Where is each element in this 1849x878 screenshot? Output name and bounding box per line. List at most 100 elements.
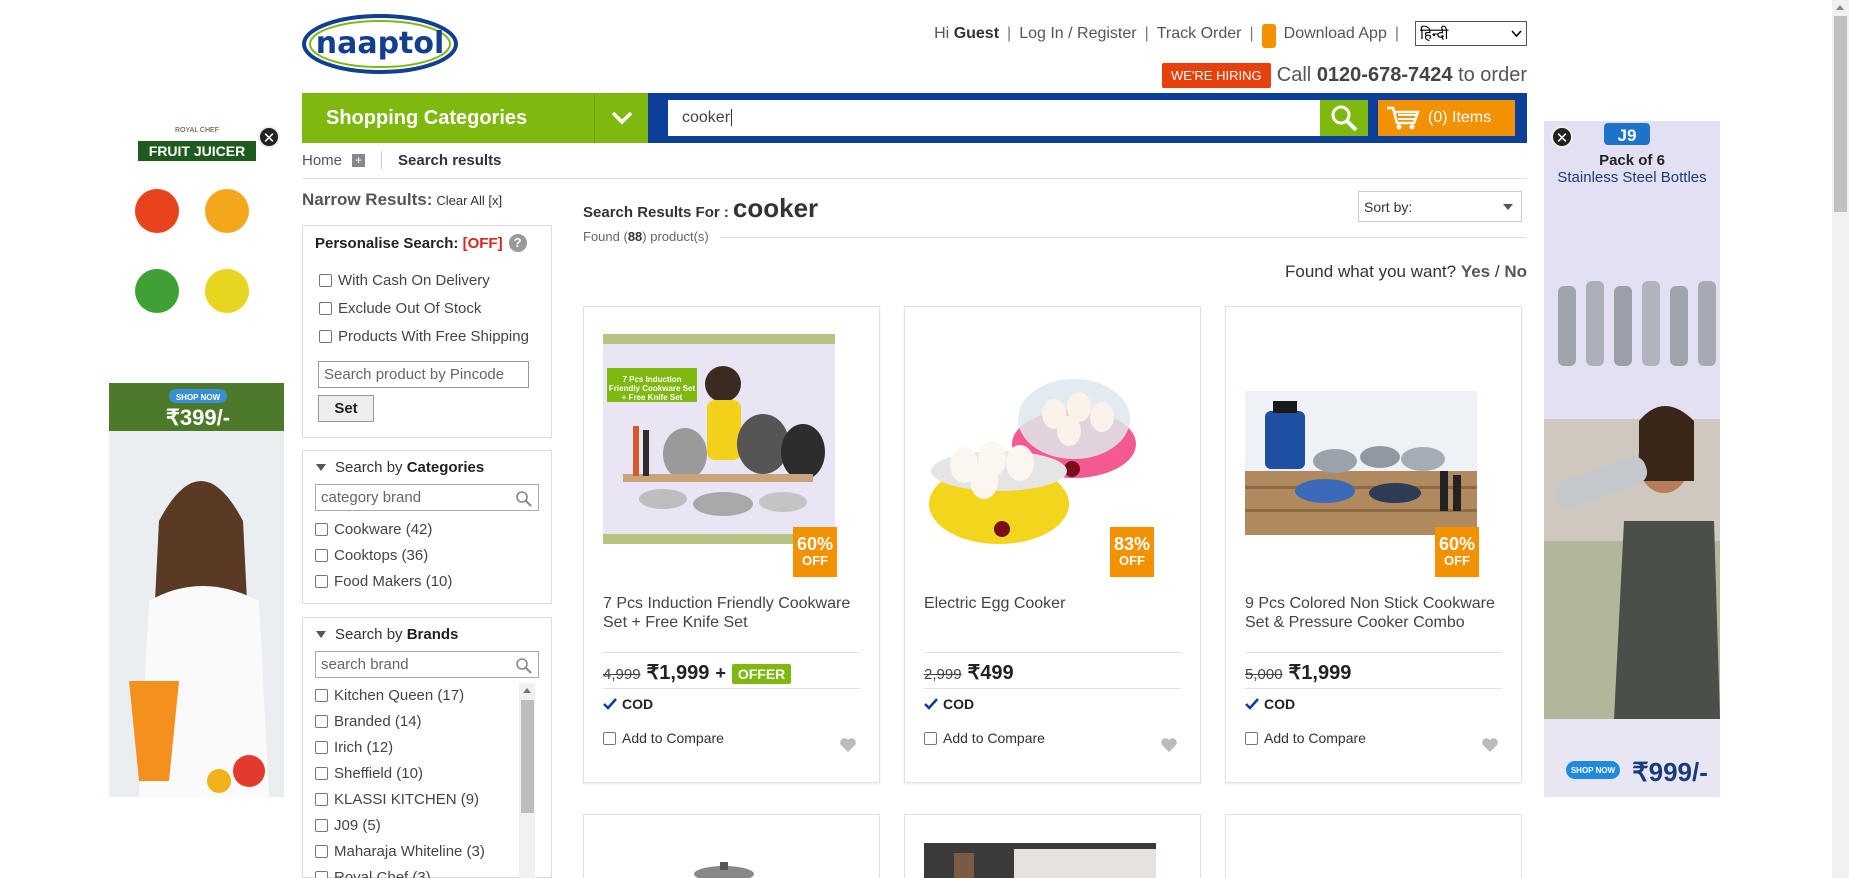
add-to-compare[interactable]: Add to Compare [1245, 730, 1366, 746]
product-image[interactable] [684, 860, 764, 878]
mobile-phone-icon [1261, 23, 1276, 48]
checkbox[interactable] [315, 792, 328, 806]
filter-free-shipping[interactable]: Products With Free Shipping [303, 322, 551, 350]
right-ad-banner[interactable]: J9 Pack of 6 Stainless Steel Bottles SHO… [1544, 121, 1720, 797]
close-ad-button[interactable]: ✕ [258, 126, 280, 148]
mrp: 2,999 [924, 666, 962, 683]
category-filter-header[interactable]: Search by Categories [303, 451, 551, 476]
category-item[interactable]: Cooktops (36) [303, 542, 551, 568]
checkbox[interactable] [924, 731, 937, 745]
add-to-compare[interactable]: Add to Compare [924, 730, 1045, 746]
checkbox[interactable] [315, 714, 328, 728]
checkbox[interactable] [1245, 731, 1258, 745]
clear-all-link[interactable]: Clear All [x] [436, 193, 502, 208]
set-pincode-button[interactable]: Set [318, 395, 374, 422]
svg-text:Friendly Cookware Set: Friendly Cookware Set [609, 384, 696, 393]
hiring-badge[interactable]: WE'RE HIRING [1162, 63, 1271, 88]
category-item[interactable]: Cookware (42) [303, 516, 551, 542]
download-app-link[interactable]: Download App [1284, 25, 1387, 43]
page-scroll-thumb[interactable] [1834, 16, 1847, 212]
search-button[interactable] [1320, 100, 1368, 136]
checkbox[interactable] [315, 688, 328, 702]
wishlist-heart-icon[interactable] [1160, 737, 1178, 753]
feedback-yes[interactable]: Yes [1461, 262, 1490, 281]
product-card[interactable] [583, 814, 880, 878]
brand-item[interactable]: Royal Chef (3) [303, 864, 551, 878]
checkbox[interactable] [603, 731, 616, 745]
checkbox[interactable] [315, 870, 328, 878]
product-card[interactable] [1225, 814, 1522, 878]
svg-text:7 Pcs Induction: 7 Pcs Induction [622, 375, 681, 384]
breadcrumb-home[interactable]: Home [302, 152, 342, 169]
filter-cod[interactable]: With Cash On Delivery [303, 266, 551, 294]
ad-price: ₹399/- [166, 405, 230, 430]
product-image[interactable] [924, 843, 1156, 878]
offer-badge[interactable]: OFFER [731, 664, 792, 684]
personalise-title: Personalise Search: [OFF] [315, 234, 503, 252]
breadcrumb-current: Search results [398, 151, 502, 169]
offer-price: ₹1,999 [1288, 662, 1352, 684]
brand-item[interactable]: Branded (14) [303, 708, 551, 734]
help-icon[interactable]: ? [508, 234, 527, 252]
checkbox[interactable] [315, 818, 328, 832]
brand-item[interactable]: J09 (5) [303, 812, 551, 838]
checkbox[interactable] [315, 844, 328, 858]
brand-filter-header[interactable]: Search by Brands [303, 618, 551, 643]
wishlist-heart-icon[interactable] [1481, 737, 1499, 753]
checkbox[interactable] [315, 766, 328, 780]
brand-item[interactable]: Maharaja Whiteline (3) [303, 838, 551, 864]
brand-item[interactable]: Sheffield (10) [303, 760, 551, 786]
cart-button[interactable]: (0) Items [1378, 100, 1515, 136]
mrp: 4,999 [603, 666, 641, 683]
plus-icon[interactable]: + [352, 153, 366, 167]
close-ad-button[interactable]: ✕ [1551, 126, 1573, 148]
checkbox[interactable] [315, 522, 328, 536]
product-name[interactable]: 7 Pcs Induction Friendly Cookware Set + … [603, 594, 865, 632]
login-register-link[interactable]: Log In / Register [1019, 25, 1136, 43]
product-card[interactable] [904, 814, 1201, 878]
naaptol-logo[interactable]: naaptol [302, 13, 462, 75]
product-card[interactable]: 83% OFF Electric Egg Cooker 2,999 ₹499 CO… [904, 306, 1201, 783]
brand-list-scroll-thumb[interactable] [521, 700, 534, 813]
checkbox[interactable] [315, 740, 328, 754]
product-card[interactable]: 60% OFF 9 Pcs Colored Non Stick Cookware … [1225, 306, 1522, 783]
track-order-link[interactable]: Track Order [1157, 25, 1242, 43]
checkbox[interactable] [319, 301, 332, 315]
cart-count: (0) Items [1428, 109, 1492, 126]
product-image[interactable] [1245, 391, 1477, 535]
brand-item[interactable]: KLASSI KITCHEN (9) [303, 786, 551, 812]
left-ad-banner[interactable]: ROYAL CHEF FRUIT JUICER SHOP NOW ₹399/- [109, 121, 284, 797]
wishlist-heart-icon[interactable] [839, 737, 857, 753]
checkbox[interactable] [319, 329, 332, 343]
category-item[interactable]: Food Makers (10) [303, 568, 551, 594]
main-navbar: Shopping Categories cooker (0) Items [302, 93, 1527, 143]
checkbox[interactable] [319, 273, 332, 287]
category-filter-panel: Search by Categories category brand Cook… [302, 450, 552, 604]
search-icon [516, 491, 532, 507]
add-to-compare[interactable]: Add to Compare [603, 730, 724, 746]
top-links: Hi Guest | Log In / Register | Track Ord… [934, 21, 1527, 48]
filter-exclude-out-of-stock[interactable]: Exclude Out Of Stock [303, 294, 551, 322]
category-search-input[interactable]: category brand [315, 484, 539, 511]
ad-price: ₹999/- [1632, 757, 1708, 787]
shopping-categories-button[interactable]: Shopping Categories [302, 93, 594, 143]
checkbox[interactable] [315, 548, 328, 562]
product-name[interactable]: Electric Egg Cooker [924, 594, 1186, 613]
pincode-input[interactable]: Search product by Pincode [318, 361, 529, 388]
language-select[interactable]: हिन्दी [1415, 21, 1527, 46]
product-name[interactable]: 9 Pcs Colored Non Stick Cookware Set & P… [1245, 594, 1507, 632]
feedback-no[interactable]: No [1504, 262, 1527, 281]
sort-by-select[interactable]: Sort by: [1358, 191, 1522, 222]
categories-dropdown-toggle[interactable] [594, 93, 648, 143]
scroll-up-arrow-icon[interactable] [1836, 5, 1844, 10]
scroll-up-arrow-icon[interactable] [523, 688, 531, 693]
product-card[interactable]: 7 Pcs Induction Friendly Cookware Set + … [583, 306, 880, 783]
search-input[interactable]: cooker [668, 100, 1320, 136]
divider [720, 237, 1526, 238]
brand-filter-panel: Search by Brands search brand Kitchen Qu… [302, 617, 552, 878]
ad-brand: ROYAL CHEF [175, 127, 219, 134]
checkbox[interactable] [315, 574, 328, 588]
brand-search-input[interactable]: search brand [315, 651, 539, 678]
brand-item[interactable]: Irich (12) [303, 734, 551, 760]
brand-item[interactable]: Kitchen Queen (17) [303, 682, 551, 708]
